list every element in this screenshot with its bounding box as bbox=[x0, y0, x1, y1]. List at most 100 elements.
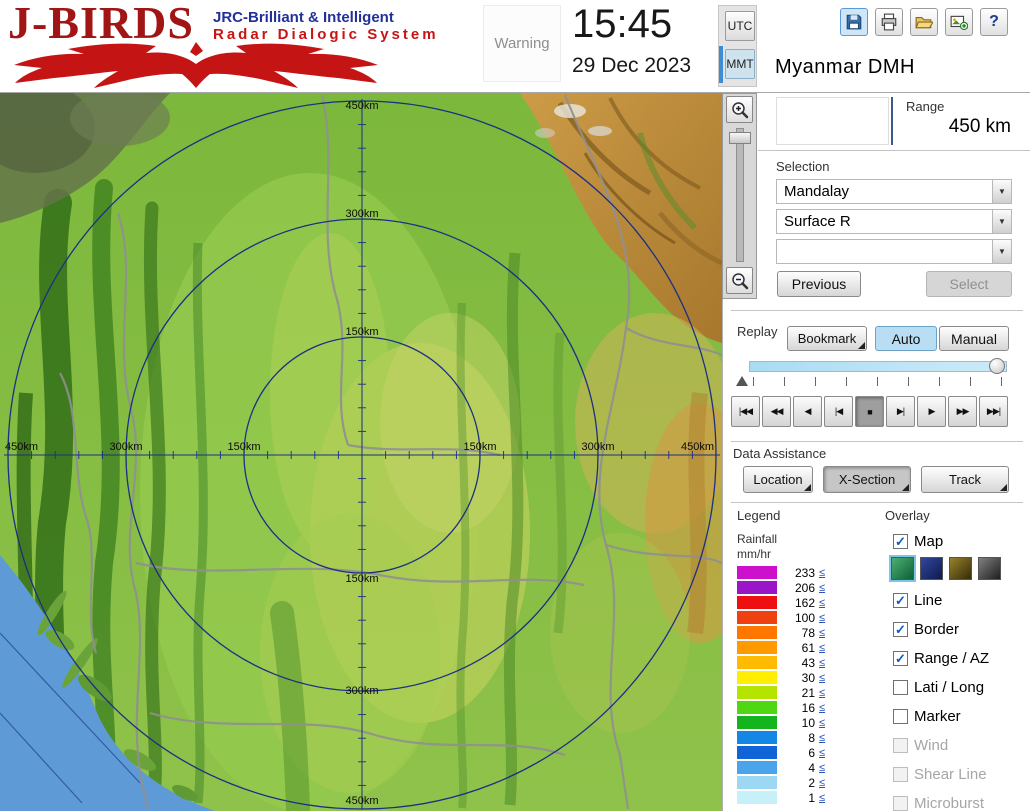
legend-le-link[interactable]: ≤ bbox=[819, 777, 825, 789]
separator bbox=[731, 441, 1023, 442]
auto-button[interactable]: Auto bbox=[875, 326, 937, 351]
fast-rewind-button[interactable]: ◀◀ bbox=[762, 396, 791, 427]
previous-button[interactable]: Previous bbox=[777, 271, 861, 297]
legend-le-link[interactable]: ≤ bbox=[819, 582, 825, 594]
zoom-slider-handle[interactable] bbox=[729, 132, 751, 144]
magnifier-minus-icon bbox=[730, 271, 750, 291]
map-style-olive[interactable] bbox=[949, 557, 972, 580]
site-dropdown[interactable]: Mandalay ▼ bbox=[776, 179, 1012, 204]
legend-le-link[interactable]: ≤ bbox=[819, 672, 825, 684]
floppy-disk-icon bbox=[845, 13, 863, 31]
capture-image-button[interactable] bbox=[945, 8, 973, 36]
stop-button[interactable]: ■ bbox=[855, 396, 884, 427]
bookmark-button[interactable]: Bookmark bbox=[787, 326, 867, 351]
legend-le-link[interactable]: ≤ bbox=[819, 717, 825, 729]
legend-le-link[interactable]: ≤ bbox=[819, 612, 825, 624]
image-add-icon bbox=[950, 13, 968, 31]
checkbox[interactable] bbox=[893, 709, 908, 724]
legend-le-link[interactable]: ≤ bbox=[819, 702, 825, 714]
skip-to-end-button[interactable]: ▶▶| bbox=[979, 396, 1008, 427]
utc-button[interactable]: UTC bbox=[725, 11, 755, 41]
legend-value: 10 bbox=[779, 716, 815, 730]
overlay-item-range-az[interactable]: ✓ Range / AZ bbox=[893, 650, 989, 667]
save-button[interactable] bbox=[840, 8, 868, 36]
checkbox[interactable]: ✓ bbox=[893, 593, 908, 608]
legend-value: 1 bbox=[779, 791, 815, 805]
legend-le-link[interactable]: ≤ bbox=[819, 792, 825, 804]
fast-forward-button[interactable]: ▶▶ bbox=[948, 396, 977, 427]
legend-value: 6 bbox=[779, 746, 815, 760]
ring-label: 300km bbox=[345, 685, 378, 697]
chevron-down-icon[interactable]: ▼ bbox=[992, 240, 1011, 263]
mmt-button[interactable]: MMT bbox=[725, 49, 755, 79]
overlay-item-border[interactable]: ✓ Border bbox=[893, 621, 959, 638]
chevron-down-icon[interactable]: ▼ bbox=[992, 180, 1011, 203]
legend-le-link[interactable]: ≤ bbox=[819, 657, 825, 669]
product-dropdown[interactable]: Surface R ▼ bbox=[776, 209, 1012, 234]
help-button[interactable]: ? bbox=[980, 8, 1008, 36]
legend-le-link[interactable]: ≤ bbox=[819, 627, 825, 639]
checkbox[interactable]: ✓ bbox=[893, 651, 908, 666]
overlay-item-label: Shear Line bbox=[914, 766, 987, 783]
checkbox bbox=[893, 767, 908, 782]
extra-dropdown[interactable]: ▼ bbox=[776, 239, 1012, 264]
chevron-down-icon[interactable]: ▼ bbox=[992, 210, 1011, 233]
legend-le-link[interactable]: ≤ bbox=[819, 567, 825, 579]
zoom-slider-track[interactable] bbox=[736, 128, 744, 262]
location-button[interactable]: Location bbox=[743, 466, 813, 493]
ring-label: 150km bbox=[463, 441, 496, 453]
legend-swatch bbox=[737, 686, 777, 699]
print-button[interactable] bbox=[875, 8, 903, 36]
manual-button[interactable]: Manual bbox=[939, 326, 1009, 351]
legend-le-link[interactable]: ≤ bbox=[819, 642, 825, 654]
legend-row: 233 ≤ bbox=[737, 566, 825, 579]
legend-le-link[interactable]: ≤ bbox=[819, 687, 825, 699]
radar-map[interactable]: 450km 300km 150km 150km 300km 450km 450k… bbox=[0, 93, 722, 811]
legend-row: 2≤ bbox=[737, 776, 825, 789]
overlay-item-lati-long[interactable]: Lati / Long bbox=[893, 679, 984, 696]
map-style-dark-gray[interactable] bbox=[978, 557, 1001, 580]
control-panel: Range 450 km Selection Mandalay ▼ Surfac… bbox=[722, 93, 1030, 811]
overlay-item-line[interactable]: ✓ Line bbox=[893, 592, 942, 609]
map-style-dark-blue[interactable] bbox=[920, 557, 943, 580]
legend-value: 233 bbox=[779, 566, 815, 580]
checkbox[interactable]: ✓ bbox=[893, 622, 908, 637]
zoom-in-button[interactable] bbox=[726, 96, 753, 123]
warning-label: Warning bbox=[494, 35, 549, 52]
range-value: 450 km bbox=[891, 116, 1011, 138]
legend-row: 100≤ bbox=[737, 611, 825, 624]
map-style-terrain-green[interactable] bbox=[891, 557, 914, 580]
play-button[interactable]: ▶ bbox=[917, 396, 946, 427]
legend-le-link[interactable]: ≤ bbox=[819, 597, 825, 609]
legend-swatch bbox=[737, 581, 777, 594]
selection-label: Selection bbox=[776, 159, 829, 174]
checkbox bbox=[893, 796, 908, 811]
overlay-item-map[interactable]: ✓ Map bbox=[893, 533, 943, 550]
step-back-button[interactable]: |◀ bbox=[824, 396, 853, 427]
zoom-out-button[interactable] bbox=[726, 267, 753, 294]
play-backward-button[interactable]: ◀ bbox=[793, 396, 822, 427]
legend-swatch bbox=[737, 611, 777, 624]
step-forward-button[interactable]: ▶| bbox=[886, 396, 915, 427]
checkbox[interactable] bbox=[893, 680, 908, 695]
legend-le-link[interactable]: ≤ bbox=[819, 747, 825, 759]
overlay-item-marker[interactable]: Marker bbox=[893, 708, 961, 725]
site-dropdown-value: Mandalay bbox=[784, 183, 849, 200]
legend-row: 8≤ bbox=[737, 731, 825, 744]
legend-swatch bbox=[737, 746, 777, 759]
overlay-item-label: Microburst bbox=[914, 795, 984, 811]
warning-indicator[interactable]: Warning bbox=[483, 5, 561, 82]
track-button[interactable]: Track bbox=[921, 466, 1009, 493]
legend-value: 21 bbox=[779, 686, 815, 700]
open-file-button[interactable] bbox=[910, 8, 938, 36]
replay-timeline-track[interactable] bbox=[749, 361, 1007, 372]
checkbox[interactable]: ✓ bbox=[893, 534, 908, 549]
skip-to-start-button[interactable]: |◀◀ bbox=[731, 396, 760, 427]
x-section-button[interactable]: X-Section bbox=[823, 466, 911, 493]
legend-le-link[interactable]: ≤ bbox=[819, 732, 825, 744]
legend-value: 4 bbox=[779, 761, 815, 775]
info-display-box bbox=[776, 97, 889, 145]
legend-le-link[interactable]: ≤ bbox=[819, 762, 825, 774]
legend-row: 10 ≤ bbox=[737, 716, 825, 729]
replay-timeline-handle[interactable] bbox=[989, 358, 1005, 374]
